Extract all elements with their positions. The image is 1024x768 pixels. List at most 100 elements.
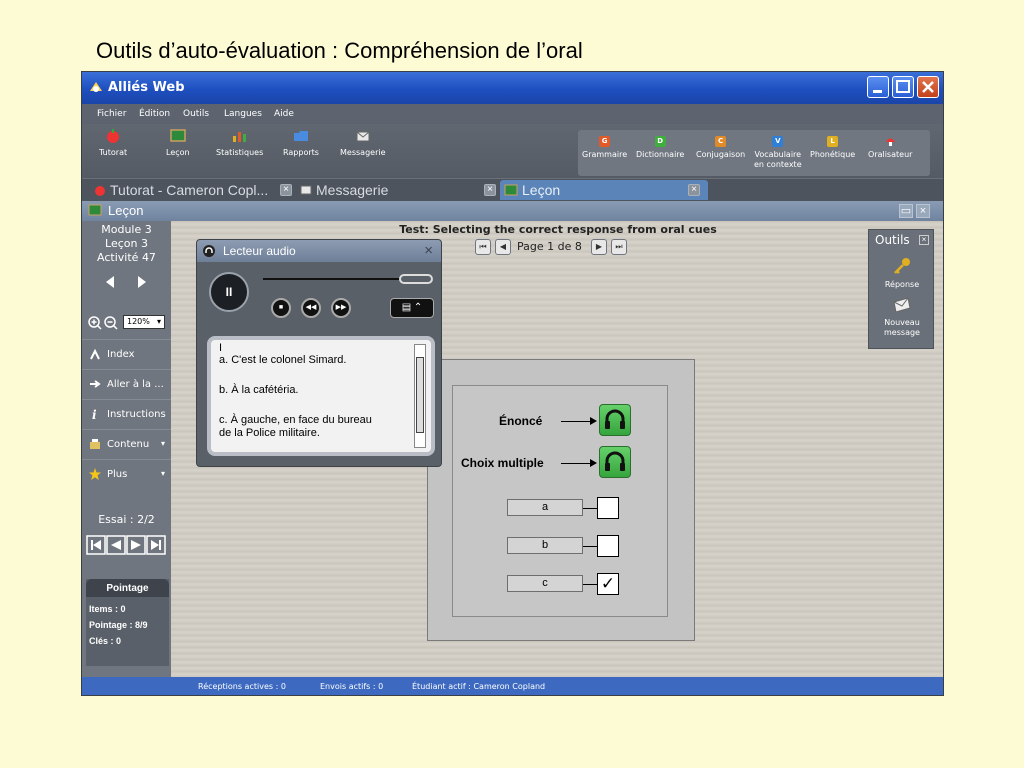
key-icon[interactable]	[892, 256, 912, 276]
media-nav-buttons[interactable]	[86, 535, 168, 555]
option-b-checkbox[interactable]	[597, 535, 619, 557]
tab-messagerie-label: Messagerie	[316, 182, 389, 198]
tab-lecon-close-icon[interactable]: ×	[688, 184, 700, 196]
stop-button[interactable]: ■	[271, 298, 291, 318]
pause-button[interactable]: II	[209, 272, 249, 312]
maximize-icon	[896, 80, 910, 93]
audio-player-close-icon[interactable]: ×	[424, 242, 433, 259]
enonce-audio-button[interactable]	[599, 404, 631, 436]
menu-langues[interactable]: Langues	[224, 109, 262, 119]
grammaire-icon: G	[599, 136, 611, 147]
sidebar-item-plus[interactable]: Plus ▾	[82, 459, 171, 489]
module-label: Module 3	[101, 223, 152, 236]
tab-messagerie-close-icon[interactable]: ×	[484, 184, 496, 196]
chart-icon	[232, 132, 246, 142]
minimize-button[interactable]	[867, 76, 889, 98]
enonce-arrow	[561, 417, 597, 425]
essai-label: Essai : 2/2	[98, 513, 155, 526]
dictionnaire-button[interactable]: D Dictionnaire	[636, 136, 684, 160]
last-page-button[interactable]: ⏭	[611, 239, 627, 255]
info-icon: i	[92, 408, 97, 420]
vocabulaire-button[interactable]: V Vocabulaire en contexte	[754, 136, 802, 170]
menu-bar: Fichier Édition Outils Langues Aide	[82, 104, 943, 124]
conjugaison-icon: C	[715, 136, 727, 147]
sidebar-item-contenu[interactable]: Contenu ▾	[82, 429, 171, 459]
vocabulaire-icon: V	[772, 136, 784, 147]
tab-bar: Tutorat - Cameron Copl... × Messagerie ×…	[82, 179, 943, 201]
fast-forward-button[interactable]: ▶▶	[331, 298, 351, 318]
window-title: Alliés Web	[108, 80, 185, 95]
content-icon	[90, 439, 100, 449]
headphones-icon	[605, 451, 625, 471]
slide-title: Outils d’auto-évaluation : Compréhension…	[96, 38, 583, 63]
next-page-button[interactable]: ▶	[591, 239, 607, 255]
rapports-button[interactable]: Rapports	[283, 128, 319, 157]
menu-fichier[interactable]: Fichier	[97, 109, 126, 119]
menu-outils[interactable]: Outils	[183, 109, 209, 119]
status-receptions: Réceptions actives : 0	[198, 682, 286, 691]
outils-close-icon[interactable]: ×	[919, 235, 929, 245]
option-b: b	[507, 537, 583, 554]
reponse-label[interactable]: Réponse	[869, 280, 935, 290]
transcript-box[interactable]: I a. C'est le colonel Simard. b. À la ca…	[207, 336, 435, 456]
phonetique-button[interactable]: L Phonétique	[810, 136, 855, 160]
transcript-line-a: a. C'est le colonel Simard.	[219, 354, 347, 366]
transcript-icon: ▤ ⌃	[401, 302, 423, 313]
conjugaison-button[interactable]: C Conjugaison	[696, 136, 745, 160]
zoom-select[interactable]: 120% ▾	[123, 315, 165, 329]
rewind-button[interactable]: ◀◀	[301, 298, 321, 318]
tab-lecon[interactable]: Leçon ×	[500, 180, 708, 200]
zoom-in-icon[interactable]	[88, 316, 102, 330]
option-a-checkbox[interactable]	[597, 497, 619, 519]
chevron-down-icon: ▾	[160, 469, 165, 478]
message-label[interactable]: message	[869, 328, 935, 338]
tab-messagerie[interactable]: Messagerie ×	[298, 180, 498, 200]
enonce-label: Énoncé	[499, 414, 543, 428]
next-activity-button[interactable]	[136, 275, 148, 289]
sidebar-item-aller[interactable]: Aller à la ...	[82, 369, 171, 399]
first-page-button[interactable]: ⏮	[475, 239, 491, 255]
tab-tutorat-close-icon[interactable]: ×	[280, 184, 292, 196]
transcript-toggle-button[interactable]: ▤ ⌃	[390, 298, 434, 318]
nouveau-label[interactable]: Nouveau	[869, 318, 935, 328]
oralisateur-button[interactable]: Oralisateur	[868, 136, 912, 160]
option-c-checkbox[interactable]: ✓	[597, 573, 619, 595]
conjugaison-label: Conjugaison	[696, 150, 746, 159]
tab-tutorat-label: Tutorat - Cameron Copl...	[110, 182, 269, 198]
menu-aide[interactable]: Aide	[274, 109, 294, 119]
scroll-thumb[interactable]	[416, 357, 424, 433]
pointage-cles: Clés : 0	[89, 636, 122, 646]
chevron-down-icon: ▾	[160, 439, 165, 448]
checkmark-icon: ✓	[600, 574, 616, 593]
tutorat-button[interactable]: Tutorat	[99, 128, 127, 157]
restore-button[interactable]: ▭	[899, 204, 913, 218]
headphones-icon	[605, 409, 625, 429]
test-title: Test: Selecting the correct response fro…	[399, 223, 717, 236]
zoom-out-icon[interactable]	[104, 316, 118, 330]
prev-activity-button[interactable]	[104, 275, 116, 289]
choix-label: Choix multiple	[461, 456, 544, 470]
close-button[interactable]	[917, 76, 939, 98]
grammaire-button[interactable]: G Grammaire	[582, 136, 627, 160]
statistiques-button[interactable]: Statistiques	[216, 128, 263, 157]
lecon-button[interactable]: Leçon	[166, 128, 190, 157]
progress-knob[interactable]	[399, 274, 433, 284]
menu-edition[interactable]: Édition	[139, 109, 170, 119]
transcript-scrollbar[interactable]	[414, 344, 426, 448]
statistiques-label: Statistiques	[216, 148, 264, 157]
audio-player-header[interactable]: Lecteur audio ×	[197, 240, 441, 262]
messagerie-button[interactable]: Messagerie	[340, 128, 386, 157]
toolbar: Tutorat Leçon Statistiques Rapports Mess…	[82, 124, 943, 178]
new-message-icon[interactable]	[892, 296, 912, 314]
index-icon	[90, 348, 100, 360]
maximize-button[interactable]	[892, 76, 914, 98]
prev-page-button[interactable]: ◀	[495, 239, 511, 255]
rapports-label: Rapports	[283, 148, 319, 157]
arrow-right-icon	[90, 380, 101, 388]
choix-audio-button[interactable]	[599, 446, 631, 478]
board-icon	[88, 204, 102, 216]
sidebar-item-index[interactable]: Index	[82, 339, 171, 369]
tab-tutorat[interactable]: Tutorat - Cameron Copl... ×	[92, 180, 298, 200]
lecon-close-button[interactable]: ×	[916, 204, 930, 218]
sidebar-item-instructions[interactable]: i Instructions	[82, 399, 171, 429]
